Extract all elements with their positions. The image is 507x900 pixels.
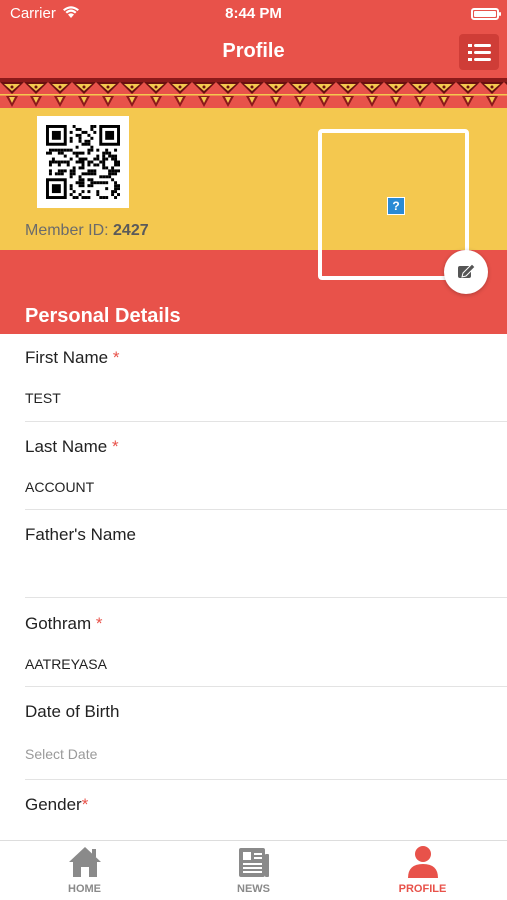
decorative-border — [0, 78, 507, 108]
member-id-value: 2427 — [113, 222, 149, 239]
page-title: Profile — [222, 40, 285, 62]
field-label: Gothram * — [25, 614, 103, 633]
section-title: Personal Details — [25, 305, 181, 327]
field-label: First Name * — [25, 348, 120, 367]
field-label: Last Name * — [25, 437, 119, 456]
field-label: Gender* — [25, 795, 89, 814]
gothram-input[interactable]: AATREYASA — [25, 656, 107, 672]
nav-bar: Profile — [0, 28, 507, 78]
clock: 8:44 PM — [225, 5, 282, 22]
tab-home[interactable]: HOME — [0, 841, 169, 900]
last-name-field[interactable]: Last Name * ACCOUNT — [25, 437, 507, 513]
tab-bar: HOME NEWS PROFILE — [0, 840, 507, 900]
tab-label: NEWS — [237, 883, 270, 895]
first-name-input[interactable]: TEST — [25, 390, 61, 406]
member-id: Member ID: 2427 — [25, 222, 149, 240]
divider — [25, 686, 507, 687]
tab-label: HOME — [68, 883, 101, 895]
menu-button[interactable] — [459, 34, 499, 70]
divider — [25, 779, 507, 780]
date-of-birth-field[interactable]: Date of Birth Select Date — [25, 702, 507, 782]
divider — [25, 509, 507, 510]
field-label: Father's Name — [25, 525, 136, 544]
battery-icon — [471, 8, 501, 20]
last-name-input[interactable]: ACCOUNT — [25, 479, 94, 495]
field-label: Date of Birth — [25, 702, 120, 721]
qr-code[interactable] — [37, 116, 129, 208]
edit-icon — [444, 263, 488, 298]
tab-label: PROFILE — [398, 883, 447, 895]
personal-details-form: First Name * TEST Last Name * ACCOUNT Fa… — [0, 334, 507, 840]
gothram-field[interactable]: Gothram * AATREYASA — [25, 614, 507, 690]
gender-field[interactable]: Gender* — [25, 795, 507, 840]
fathers-name-field[interactable]: Father's Name — [25, 525, 507, 601]
tab-profile[interactable]: PROFILE — [338, 841, 507, 900]
edit-photo-button[interactable] — [444, 250, 488, 294]
status-bar: Carrier 8:44 PM — [0, 0, 507, 28]
first-name-field[interactable]: First Name * TEST — [25, 348, 507, 424]
divider — [25, 597, 507, 598]
divider — [25, 421, 507, 422]
tab-news[interactable]: NEWS — [169, 841, 338, 900]
member-id-label: Member ID: — [25, 222, 109, 239]
date-of-birth-picker[interactable]: Select Date — [25, 746, 97, 762]
image-placeholder-icon: ? — [387, 197, 405, 215]
